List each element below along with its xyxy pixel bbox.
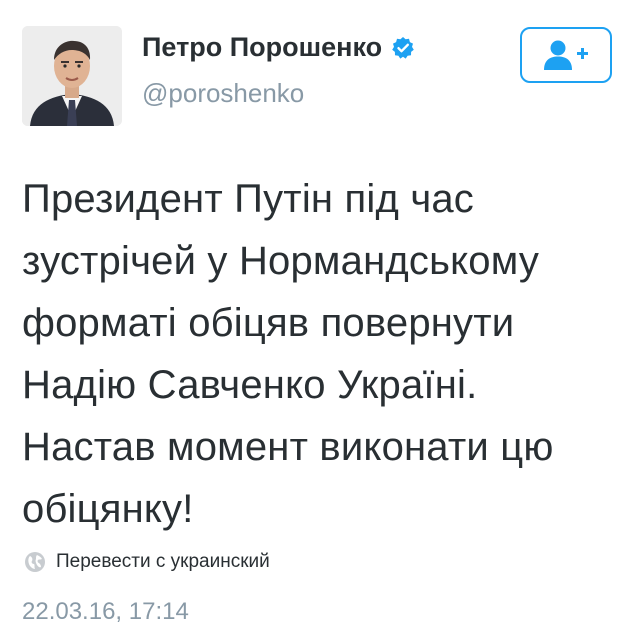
avatar[interactable] [22, 26, 122, 126]
profile-photo-icon [22, 26, 122, 126]
tweet-text-line: Президент Путін під час [22, 177, 475, 221]
tweet-text-line: зустрічей у Нормандському [22, 239, 540, 283]
follow-button[interactable] [520, 27, 612, 83]
timestamp[interactable]: 22.03.16, 17:14 [22, 598, 189, 626]
tweet-text-line: Надію Савченко Україні. [22, 363, 478, 407]
tweet-text-line: форматі обіцяв повернути [22, 301, 515, 345]
translate-label: Перевести с украинский [56, 551, 270, 572]
user-name[interactable]: Петро Порошенко [142, 32, 415, 63]
tweet-text: Президент Путін під час зустрічей у Норм… [22, 168, 622, 540]
globe-icon [24, 551, 46, 573]
tweet-text-line: обіцянку! [22, 487, 194, 531]
user-handle[interactable]: @poroshenko [142, 78, 304, 109]
verified-badge-icon [391, 36, 415, 60]
tweet-text-line: Настав момент виконати цю [22, 425, 554, 469]
add-user-icon [544, 40, 588, 70]
translate-link[interactable]: Перевести с украинский [24, 551, 270, 573]
user-name-text: Петро Порошенко [142, 32, 383, 62]
tweet-card: Петро Порошенко @poroshenko Президент Пу… [0, 0, 640, 640]
